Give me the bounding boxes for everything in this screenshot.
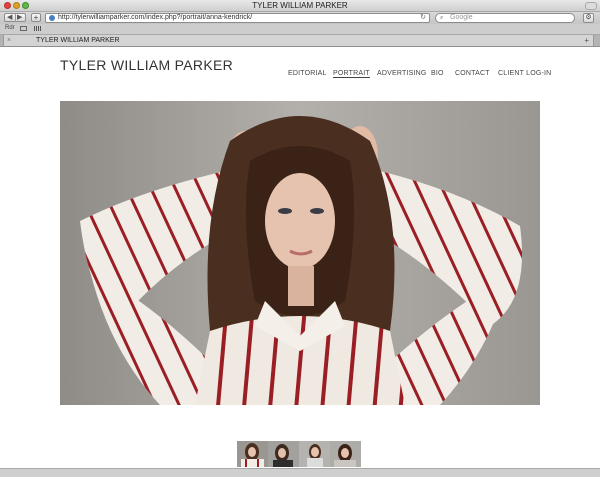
new-tab-icon[interactable]: + — [584, 35, 589, 46]
nav-portrait[interactable]: PORTRAIT — [333, 70, 370, 78]
globe-icon — [49, 15, 55, 21]
nav-contact[interactable]: CONTACT — [455, 70, 490, 77]
search-placeholder: Google — [450, 14, 473, 21]
book-icon[interactable] — [20, 26, 27, 31]
add-bookmark-button[interactable]: + — [31, 13, 41, 22]
browser-window: TYLER WILLIAM PARKER ◀ ▶ + http://tylerw… — [0, 0, 600, 477]
tab-active[interactable]: × TYLER WILLIAM PARKER + — [3, 35, 594, 46]
search-icon: ⌕ — [440, 15, 444, 21]
tab-bar: × TYLER WILLIAM PARKER + — [0, 35, 600, 47]
thumbnail-1[interactable] — [237, 441, 268, 467]
site-title[interactable]: TYLER WILLIAM PARKER — [60, 57, 233, 73]
thumbnail-2[interactable] — [268, 441, 299, 467]
nav-editorial[interactable]: EDITORIAL — [288, 70, 327, 77]
tab-label: TYLER WILLIAM PARKER — [36, 37, 120, 44]
nav-buttons: ◀ ▶ — [4, 13, 26, 22]
gear-icon[interactable]: ⚙ — [583, 13, 594, 23]
title-bar: TYLER WILLIAM PARKER — [0, 0, 600, 12]
portrait-illustration — [60, 101, 540, 405]
nav-separator — [15, 14, 16, 22]
toolbar-toggle-button[interactable] — [585, 2, 597, 10]
browser-toolbar: ◀ ▶ + http://tylerwilliamparker.com/inde… — [0, 12, 600, 24]
close-tab-icon[interactable]: × — [7, 35, 11, 46]
reader-button[interactable]: Rdr — [5, 25, 15, 31]
nav-bio[interactable]: BIO — [431, 70, 444, 77]
thumbnail-3[interactable] — [299, 441, 330, 467]
thumbnail-4[interactable] — [330, 441, 361, 467]
url-text[interactable]: http://tylerwilliamparker.com/index.php?… — [58, 14, 252, 22]
search-field[interactable]: ⌕ Google — [435, 13, 575, 23]
bookmarks-bar: Rdr — [0, 24, 600, 35]
window-title: TYLER WILLIAM PARKER — [252, 1, 348, 10]
nav-client-login[interactable]: CLIENT LOG-IN — [498, 70, 551, 77]
nav-advertising[interactable]: ADVERTISING — [377, 70, 427, 77]
portrait-photo[interactable] — [60, 101, 540, 405]
forward-arrow-icon[interactable]: ▶ — [17, 13, 22, 21]
address-bar[interactable]: http://tylerwilliamparker.com/index.php?… — [45, 13, 430, 23]
web-page: TYLER WILLIAM PARKER EDITORIAL PORTRAIT … — [0, 47, 600, 476]
back-arrow-icon[interactable]: ◀ — [7, 13, 12, 21]
top-sites-icon[interactable] — [34, 26, 41, 31]
reload-icon[interactable]: ↻ — [420, 14, 426, 22]
